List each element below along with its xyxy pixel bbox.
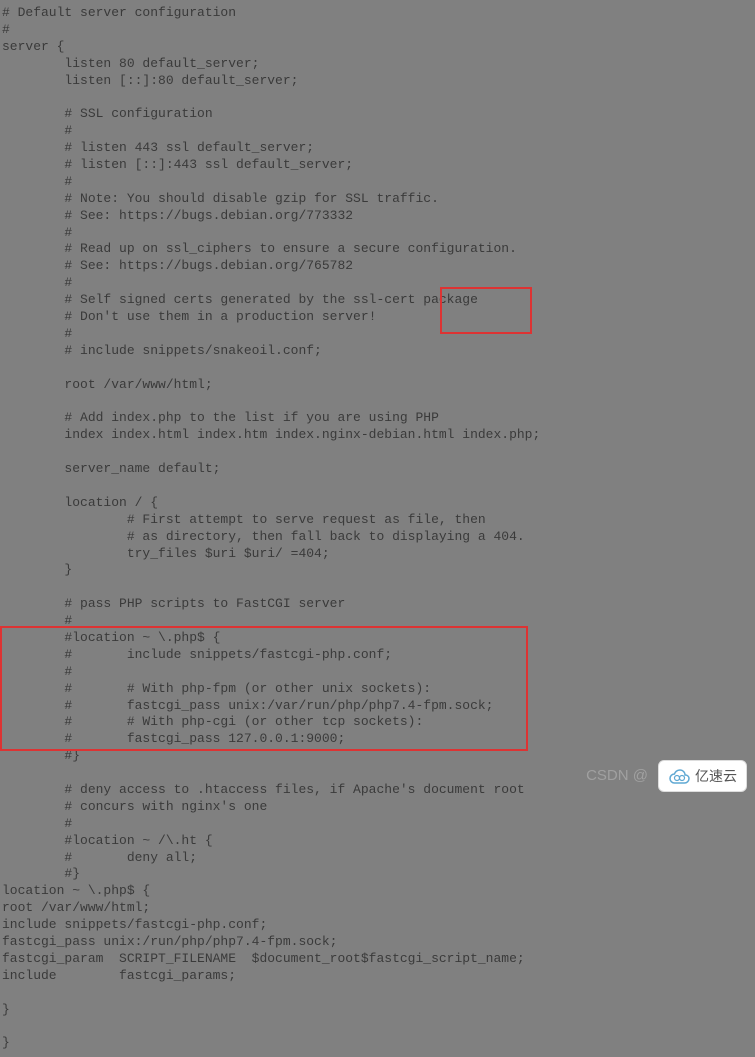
csdn-watermark-text: CSDN @ [586, 766, 648, 786]
config-content: # Default server configuration # server … [2, 5, 540, 1050]
nginx-config-text: # Default server configuration # server … [0, 0, 755, 1057]
cloud-icon [668, 768, 690, 784]
yisuyun-text: 亿速云 [695, 767, 737, 785]
yisuyun-logo: 亿速云 [658, 760, 747, 792]
watermark-container: CSDN @ 亿速云 [586, 760, 747, 792]
